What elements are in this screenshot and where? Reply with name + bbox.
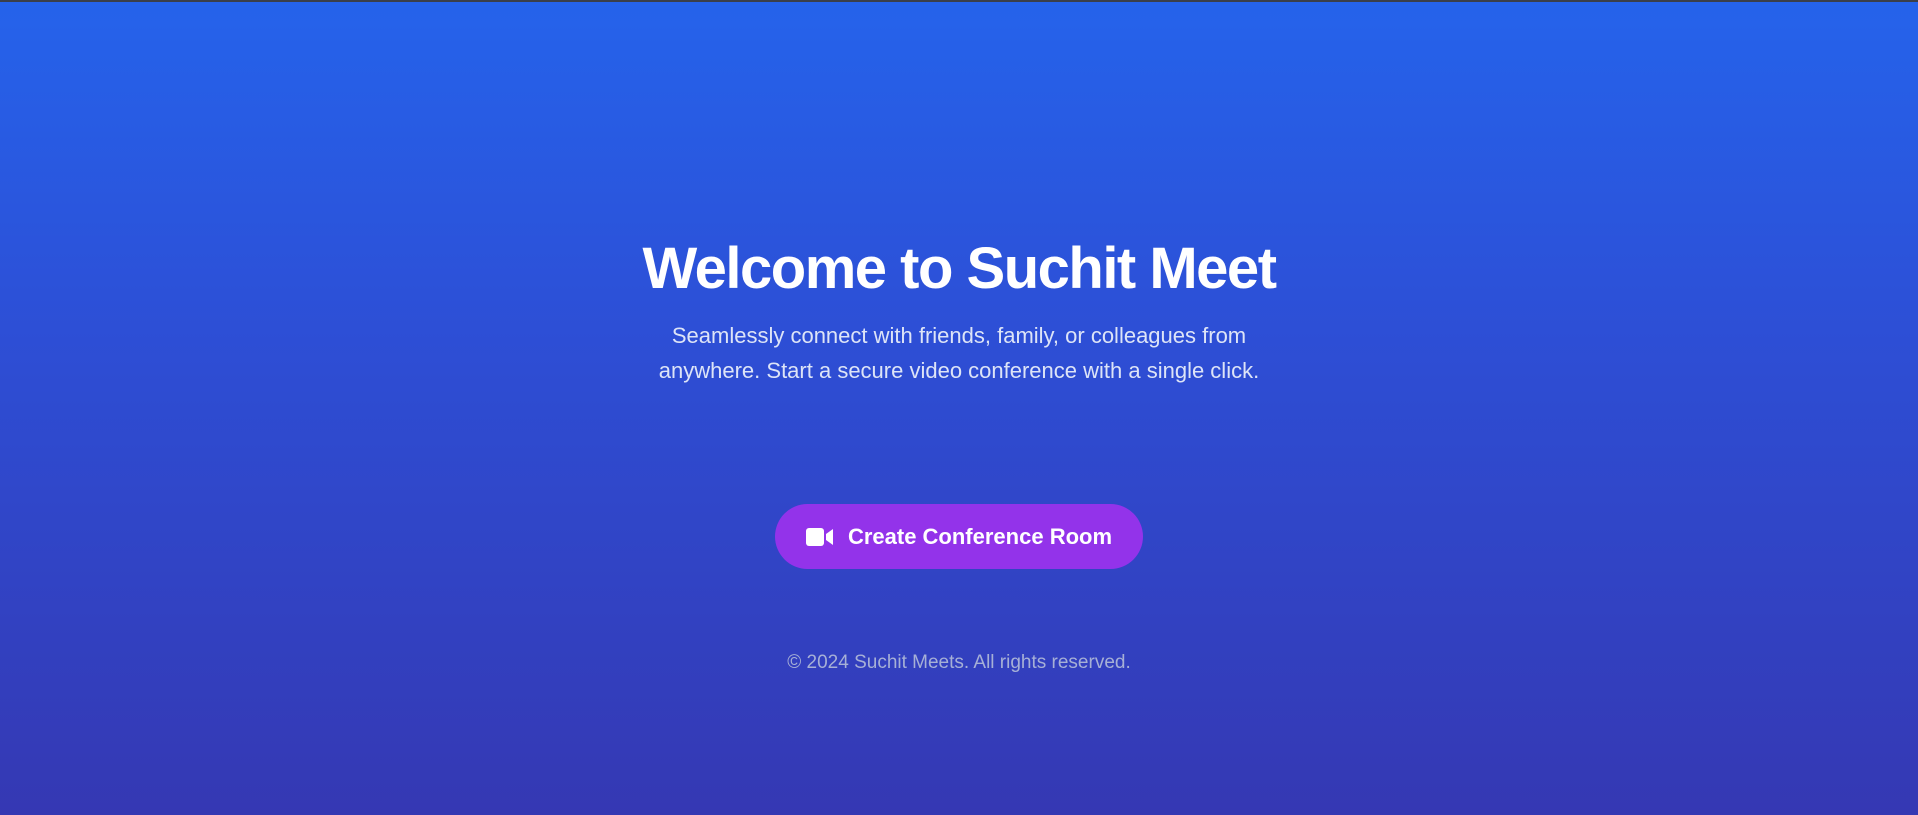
hero-section: Welcome to Suchit Meet Seamlessly connec… [0,234,1918,388]
page-title: Welcome to Suchit Meet [642,236,1277,301]
hero-subtitle: Seamlessly connect with friends, family,… [658,323,1260,383]
create-conference-room-button[interactable]: Create Conference Room [774,504,1144,569]
cta-container: Create Conference Room [0,504,1918,569]
footer-copyright: © 2024 Suchit Meets. All rights reserved… [787,652,1131,673]
video-camera-icon [805,527,834,547]
landing-page: Welcome to Suchit Meet Seamlessly connec… [0,0,1918,815]
create-conference-room-label: Create Conference Room [847,523,1113,549]
